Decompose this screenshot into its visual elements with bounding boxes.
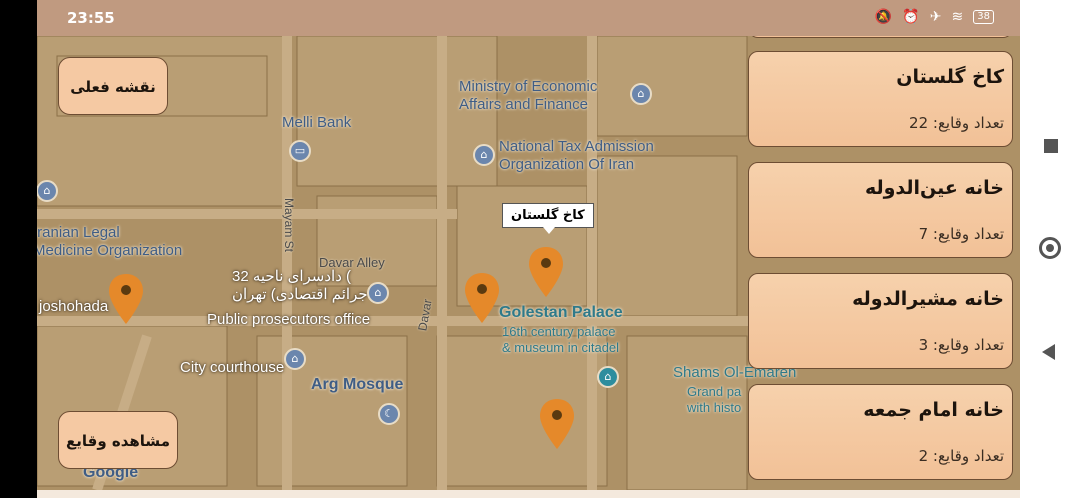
list-item-partial [748, 36, 1013, 38]
airplane-icon: ✈ [929, 9, 942, 25]
place-name: خانه مشیرالدوله [852, 288, 1004, 310]
view-events-button[interactable]: مشاهده وقایع [58, 411, 178, 469]
map-label-mayam: Mayam St [282, 197, 297, 253]
place-event-count: تعداد وقایع: 2 [918, 447, 1004, 465]
map-label-prosecutor-en: Public prosecutors office [207, 311, 371, 328]
marker-tooltip: کاخ گلستان [502, 203, 594, 234]
map-label-golestan-sub: 16th century palace & museum in citadel [502, 324, 620, 355]
museum-icon[interactable]: ⌂ [630, 83, 652, 105]
mosque-icon[interactable]: ☾ [378, 403, 400, 425]
place-card[interactable]: خانه عین‌الدوله تعداد وقایع: 7 [748, 162, 1013, 258]
place-event-count: تعداد وقایع: 7 [918, 225, 1004, 243]
status-bar: 23:55 🔕 ⏰ ✈ ≋ 38 [37, 0, 1020, 36]
location-pin[interactable] [540, 399, 574, 449]
government-icon[interactable]: ⌂ [367, 282, 389, 304]
bank-icon[interactable]: ▭ [289, 140, 311, 162]
map-label-shams-sub: Grand pa with histo [687, 384, 742, 415]
place-event-count: تعداد وقایع: 22 [909, 114, 1004, 132]
map-label-prosecutor-fa: دادسرای ناحیه 32 ( جرائم اقتصادی) تهران [232, 268, 368, 303]
place-name: خانه امام جمعه [863, 399, 1004, 421]
screen: 23:55 🔕 ⏰ ✈ ≋ 38 Ministry of Economic Af… [0, 0, 1080, 498]
government-icon[interactable]: ⌂ [473, 144, 495, 166]
map-bottom-strip [37, 490, 1020, 498]
place-card[interactable]: خانه مشیرالدوله تعداد وقایع: 3 [748, 273, 1013, 369]
navigation-bar [1020, 0, 1080, 498]
map-label-arg-mosque: Arg Mosque [311, 376, 404, 393]
map-label-melli-bank: Melli Bank [282, 114, 352, 131]
museum-icon[interactable]: ⌂ [597, 366, 619, 388]
map-label-ministry: Ministry of Economic Affairs and Finance [459, 78, 598, 113]
location-pin-selected[interactable] [529, 247, 563, 297]
battery-icon: 38 [973, 10, 994, 24]
map-label-city-courthouse: City courthouse [180, 359, 285, 376]
left-bezel [0, 0, 37, 498]
place-name: خانه عین‌الدوله [864, 177, 1004, 199]
government-icon[interactable]: ⌂ [37, 180, 58, 202]
status-time: 23:55 [67, 9, 115, 27]
place-card[interactable]: خانه امام جمعه تعداد وقایع: 2 [748, 384, 1013, 480]
places-list[interactable]: کاخ گلستان تعداد وقایع: 22 خانه عین‌الدو… [740, 36, 1020, 490]
back-icon[interactable] [1042, 344, 1055, 360]
government-icon[interactable]: ⌂ [284, 348, 306, 370]
status-icons: 🔕 ⏰ ✈ ≋ 38 [875, 9, 994, 25]
place-event-count: تعداد وقایع: 3 [918, 336, 1004, 354]
map-label-tax: National Tax Admission Organization Of I… [499, 138, 654, 173]
map-label-legal-medicine: Iranian Legal Medicine Organization [37, 224, 183, 259]
recents-icon[interactable] [1044, 139, 1058, 153]
place-name: کاخ گلستان [896, 66, 1004, 88]
wifi-icon: ≋ [951, 9, 964, 25]
map-label-shohada: joshohada [39, 298, 109, 315]
current-map-button[interactable]: نقشه فعلی [58, 57, 168, 115]
home-icon[interactable] [1039, 237, 1061, 259]
location-pin[interactable] [109, 274, 143, 324]
location-pin[interactable] [465, 273, 499, 323]
alarm-icon: ⏰ [902, 9, 920, 25]
place-card[interactable]: کاخ گلستان تعداد وقایع: 22 [748, 51, 1013, 147]
map-label-golestan: Golestan Palace [499, 304, 623, 321]
mute-bell-icon: 🔕 [874, 9, 893, 25]
